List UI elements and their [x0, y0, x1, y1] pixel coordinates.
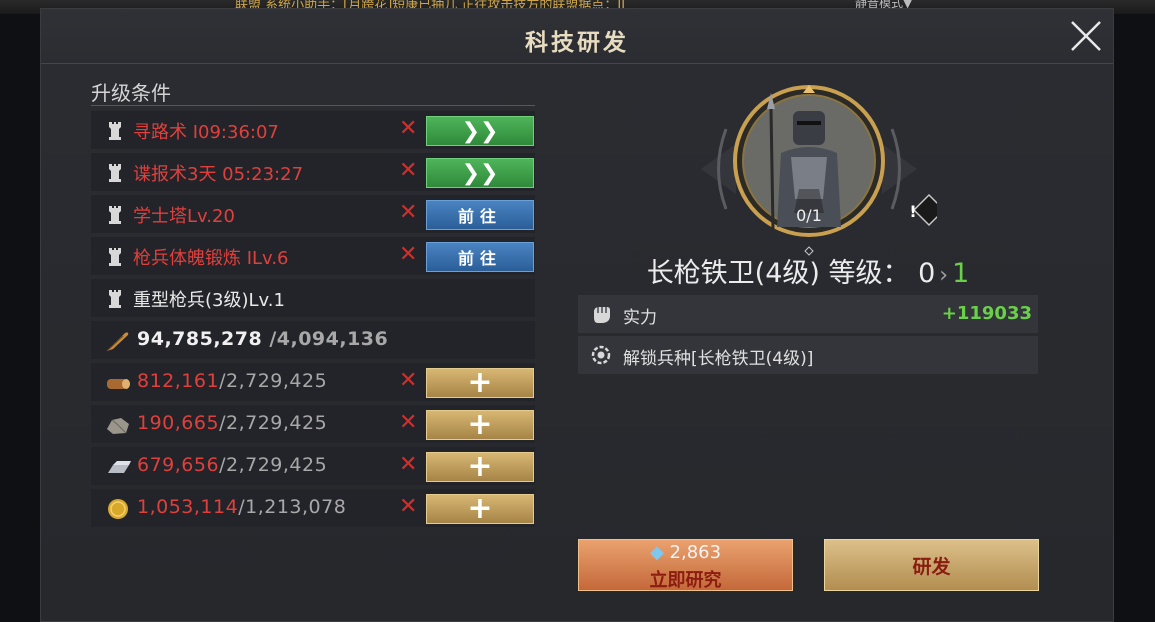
resource-required: /2,729,425	[219, 370, 328, 392]
requirement-row: 重型枪兵(3级)Lv.1	[91, 279, 535, 317]
resource-required: /1,213,078	[238, 496, 347, 518]
stat-label: 实力	[623, 308, 657, 328]
requirements-heading: 升级条件	[91, 81, 171, 105]
stat-row-unlock: 解锁兵种[长枪铁卫(4级)]	[578, 336, 1038, 374]
resource-current: 812,161/2,729,425	[137, 370, 328, 392]
resource-row: 679,656/2,729,425 ✕ +	[91, 447, 535, 485]
stone-icon	[107, 418, 129, 434]
unit-portrait: 0/1 !	[701, 85, 937, 256]
resource-row: 812,161/2,729,425 ✕ +	[91, 363, 535, 401]
requirement-row: 学士塔Lv.20 ✕ 前往	[91, 195, 535, 233]
resource-row: 94,785,278 /4,094,136	[91, 321, 535, 359]
chevron-right-icon: ›	[939, 263, 949, 288]
close-icon[interactable]	[1069, 19, 1103, 53]
instant-cost: ◆ 2,863	[649, 542, 722, 563]
tech-research-panel: 科技研发 升级条件 寻路术 I09:36:07 ✕ ❯❯ 谍报术3天 05:23…	[40, 8, 1114, 622]
unit-name: 长枪铁卫(4级) 等级：	[646, 258, 910, 289]
background-left	[0, 14, 40, 622]
instant-research-label: 立即研究	[649, 570, 722, 591]
gear-unlock-icon	[591, 345, 611, 365]
tower-icon	[109, 122, 121, 140]
unmet-x-icon: ✕	[399, 452, 418, 477]
tower-icon	[109, 290, 121, 308]
requirement-row: 寻路术 I09:36:07 ✕ ❯❯	[91, 111, 535, 149]
unmet-x-icon: ✕	[399, 200, 418, 225]
add-iron-button[interactable]: +	[426, 452, 534, 482]
background-right	[1114, 14, 1155, 622]
resource-row: 190,665/2,729,425 ✕ +	[91, 405, 535, 443]
resource-row: 1,053,114/1,213,078 ✕ +	[91, 489, 535, 527]
tower-icon	[109, 164, 121, 182]
unit-level-title: 长枪铁卫(4级) 等级： 0 › 1	[601, 251, 1015, 290]
goto-button[interactable]: 前往	[426, 242, 534, 272]
speedup-button[interactable]: ❯❯	[426, 158, 534, 188]
divider	[91, 105, 535, 106]
level-next: 1	[952, 258, 970, 289]
requirement-label: 枪兵体魄锻炼 ILv.6	[133, 248, 289, 269]
requirement-label: 学士塔Lv.20	[133, 206, 235, 227]
title-bar: 科技研发	[41, 9, 1113, 64]
stat-value: +119033	[941, 303, 1032, 324]
wood-icon	[107, 379, 130, 389]
unmet-x-icon: ✕	[399, 494, 418, 519]
level-current: 0	[918, 258, 936, 289]
crystal-icon: ◆	[649, 542, 664, 563]
research-button[interactable]: 研发	[824, 539, 1039, 591]
speedup-button[interactable]: ❯❯	[426, 116, 534, 146]
unmet-x-icon: ✕	[399, 410, 418, 435]
unmet-x-icon: ✕	[399, 368, 418, 393]
resource-current: 190,665/2,729,425	[137, 412, 328, 434]
add-wood-button[interactable]: +	[426, 368, 534, 398]
resource-current: 94,785,278 /4,094,136	[137, 328, 389, 350]
add-stone-button[interactable]: +	[426, 410, 534, 440]
resource-required: /4,094,136	[262, 328, 389, 350]
stat-row-power: 实力 +119033	[578, 295, 1038, 333]
requirement-row: 谍报术3天 05:23:27 ✕ ❯❯	[91, 153, 535, 191]
resource-current: 679,656/2,729,425	[137, 454, 328, 476]
info-icon[interactable]	[903, 195, 937, 229]
instant-research-button[interactable]: ◆ 2,863 立即研究	[578, 539, 793, 591]
tower-icon	[109, 206, 121, 224]
unmet-x-icon: ✕	[399, 116, 418, 141]
requirement-row: 枪兵体魄锻炼 ILv.6 ✕ 前往	[91, 237, 535, 275]
add-gold-button[interactable]: +	[426, 494, 534, 524]
requirement-label: 寻路术 I09:36:07	[133, 122, 279, 143]
unmet-x-icon: ✕	[399, 158, 418, 183]
tower-icon	[109, 248, 121, 266]
gold-coin-icon	[108, 499, 128, 519]
goto-button[interactable]: 前往	[426, 200, 534, 230]
resource-required: /2,729,425	[219, 412, 328, 434]
unit-progress: 0/1	[796, 206, 822, 225]
requirement-label: 谍报术3天 05:23:27	[133, 164, 304, 185]
fist-icon	[594, 307, 610, 323]
unmet-x-icon: ✕	[399, 242, 418, 267]
feather-icon	[106, 332, 129, 352]
stat-label: 解锁兵种[长枪铁卫(4级)]	[623, 349, 814, 369]
panel-title: 科技研发	[525, 29, 629, 56]
resource-required: /2,729,425	[219, 454, 328, 476]
resource-current: 1,053,114/1,213,078	[137, 496, 347, 518]
requirement-label: 重型枪兵(3级)Lv.1	[133, 290, 285, 311]
iron-icon	[108, 461, 131, 473]
